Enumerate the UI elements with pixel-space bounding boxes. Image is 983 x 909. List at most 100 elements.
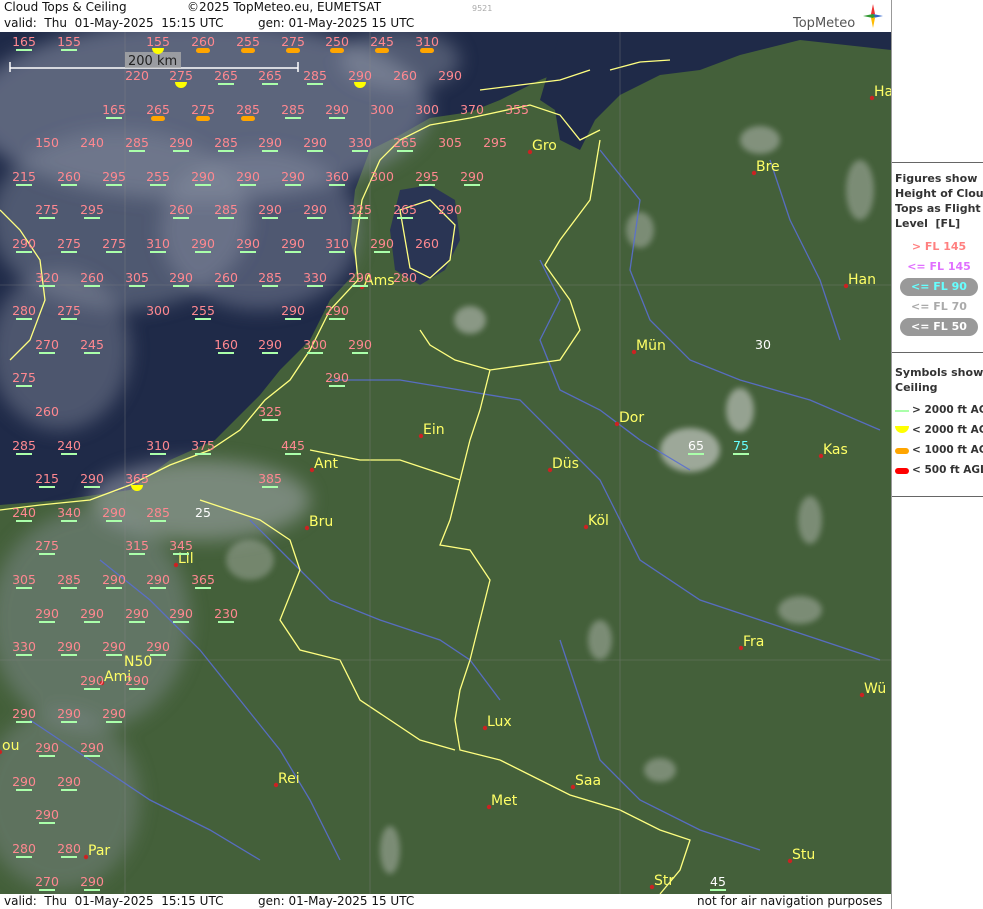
cloud-top-value: 300 xyxy=(415,102,439,117)
city-label: Rei xyxy=(278,771,300,787)
cloud-top-value: 45 xyxy=(710,874,726,889)
symbols-heading-1: Symbols show xyxy=(895,366,983,379)
cloud-top-value: 275 xyxy=(12,370,36,385)
valid-time: valid: Thu 01-May-2025 15:15 UTC xyxy=(4,16,224,30)
cloud-top-value: 305 xyxy=(12,572,36,587)
cloud-top-value: 290 xyxy=(348,337,372,352)
ceiling-1000-symbol xyxy=(241,116,255,121)
cloud-top-value: 265 xyxy=(146,102,170,117)
satellite-map[interactable]: 200 km Gro Bre Ha Ams Han Mün Ein Dor Kas Ant Düs B… xyxy=(0,32,891,894)
cloud-top-value: 290 xyxy=(80,740,104,755)
cloud-top-value: 310 xyxy=(325,236,349,251)
cloud-top-value: 290 xyxy=(35,807,59,822)
cloud-top-value: 240 xyxy=(80,135,104,150)
city-label: Wü xyxy=(864,681,886,697)
legend-heading-4: Level [FL] xyxy=(895,217,961,230)
cloud-top-value: 265 xyxy=(393,135,417,150)
city-label: Kas xyxy=(823,442,848,458)
cloud-top-value: 285 xyxy=(214,202,238,217)
cloud-top-value: 250 xyxy=(325,34,349,49)
legend-divider xyxy=(892,162,983,163)
cloud-top-value: 285 xyxy=(258,270,282,285)
city-label: Dor xyxy=(619,410,644,426)
city-label: Stu xyxy=(792,847,815,863)
cloud-top-value: 230 xyxy=(214,606,238,621)
cloud-top-value: 260 xyxy=(57,169,81,184)
cloud-top-value: 255 xyxy=(191,303,215,318)
ceiling-1000-symbol xyxy=(241,48,255,53)
cloud-top-value: 340 xyxy=(57,505,81,520)
cloud-top-value: 275 xyxy=(35,202,59,217)
cloud-top-value: 290 xyxy=(303,202,327,217)
cloud-top-value: 165 xyxy=(102,102,126,117)
cloud-top-value: 290 xyxy=(125,606,149,621)
cloud-top-value: 290 xyxy=(102,706,126,721)
chart-title: Cloud Tops & Ceiling xyxy=(4,0,127,14)
legend-symbol-swatch xyxy=(895,468,909,474)
legend-symbol-swatch xyxy=(895,426,909,433)
cloud-top-value: 285 xyxy=(214,135,238,150)
cloud-top-value: 290 xyxy=(348,68,372,83)
cloud-top-value: 285 xyxy=(236,102,260,117)
cloud-top-value: 300 xyxy=(370,169,394,184)
ceiling-1000-symbol xyxy=(151,116,165,121)
cloud-top-value: 265 xyxy=(393,202,417,217)
cloud-top-value: 290 xyxy=(236,169,260,184)
footer-valid-time: valid: Thu 01-May-2025 15:15 UTC xyxy=(4,894,224,908)
ceiling-1000-symbol xyxy=(196,48,210,53)
legend-symbol-row: > 2000 ft AGL xyxy=(895,403,983,419)
city-label: Mün xyxy=(636,338,666,354)
cloud-top-value: 290 xyxy=(80,673,104,688)
cloud-top-value: 290 xyxy=(438,202,462,217)
cloud-top-value: 365 xyxy=(125,471,149,486)
legend-level: <= FL 90 xyxy=(900,278,978,296)
cloud-top-value: 290 xyxy=(281,236,305,251)
city-label: Lux xyxy=(487,714,512,730)
disclaimer: not for air navigation purposes xyxy=(697,894,883,908)
ceiling-1000-symbol xyxy=(375,48,389,53)
cloud-top-value: 290 xyxy=(57,706,81,721)
cloud-top-value: 270 xyxy=(35,337,59,352)
cloud-top-value: 355 xyxy=(505,102,529,117)
legend-symbol-label: < 1000 ft AGL xyxy=(912,444,983,456)
cloud-top-value: 285 xyxy=(303,68,327,83)
cloud-top-value: 305 xyxy=(125,270,149,285)
cloud-top-value: 260 xyxy=(393,68,417,83)
cloud-top-value: 165 xyxy=(12,34,36,49)
cloud-top-value: 290 xyxy=(169,270,193,285)
cloud-top-value: 310 xyxy=(146,236,170,251)
cloud-top-value: 290 xyxy=(12,774,36,789)
city-label: Köl xyxy=(588,513,609,529)
legend-level: > FL 145 xyxy=(911,240,967,253)
footer-gen-time: gen: 01-May-2025 15 UTC xyxy=(258,894,415,908)
cloud-top-value: 290 xyxy=(348,270,372,285)
cloud-top-value: 240 xyxy=(57,438,81,453)
cloud-top-value: 330 xyxy=(303,270,327,285)
cloud-top-value: 290 xyxy=(80,606,104,621)
ceiling-1000-symbol xyxy=(286,48,300,53)
cloud-top-value: 290 xyxy=(169,135,193,150)
cloud-top-value: 240 xyxy=(12,505,36,520)
city-label: Saa xyxy=(575,773,601,789)
legend-heading-3: Tops as Flight xyxy=(895,202,981,215)
cloud-top-value: 150 xyxy=(35,135,59,150)
cloud-top-value: 385 xyxy=(258,471,282,486)
cloud-top-value: 300 xyxy=(370,102,394,117)
legend-symbol-swatch xyxy=(895,448,909,454)
grid-label: N50 xyxy=(124,654,152,670)
cloud-top-value: 265 xyxy=(258,68,282,83)
cloud-top-value: 75 xyxy=(733,438,749,453)
city-label: Str xyxy=(654,873,674,889)
cloud-top-value: 290 xyxy=(12,236,36,251)
legend-divider xyxy=(892,352,983,353)
city-label: Ha xyxy=(874,84,891,100)
cloud-top-value: 290 xyxy=(12,706,36,721)
ceiling-1000-symbol xyxy=(196,116,210,121)
cloud-top-value: 290 xyxy=(35,740,59,755)
legend-symbol-swatch xyxy=(895,410,909,412)
cloud-top-value: 65 xyxy=(688,438,704,453)
cloud-top-value: 245 xyxy=(80,337,104,352)
brand-name: TopMeteo xyxy=(793,16,856,31)
cloud-top-value: 270 xyxy=(35,874,59,889)
legend-level: <= FL 50 xyxy=(900,318,978,336)
